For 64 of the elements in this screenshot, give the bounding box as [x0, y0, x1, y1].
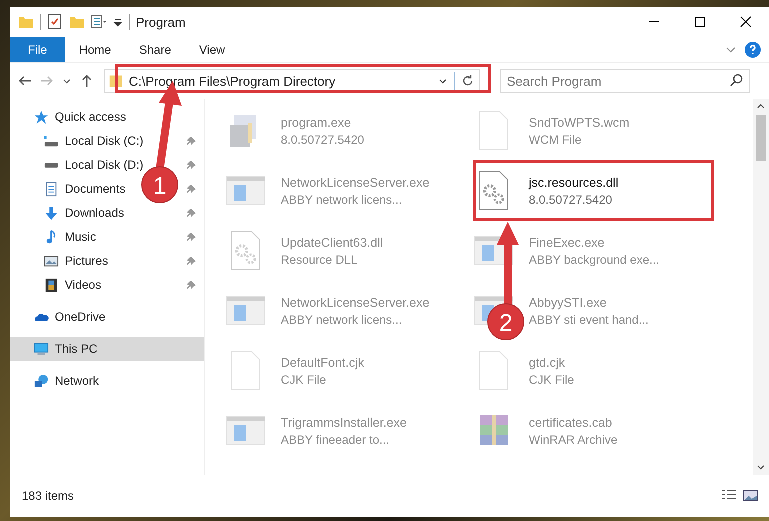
monitor-icon: [34, 342, 49, 356]
minimize-icon: [648, 21, 660, 23]
properties-icon[interactable]: [91, 14, 107, 30]
large-icons-view-icon[interactable]: [743, 489, 759, 503]
back-arrow-icon[interactable]: [18, 74, 32, 88]
drive-icon: [44, 134, 59, 148]
search-icon: [730, 73, 744, 87]
picture-icon: [44, 254, 59, 268]
ribbon-tab[interactable]: File: [10, 37, 66, 62]
down-arrow-icon: [44, 206, 59, 220]
file-detail: ABBY fineeader to...: [281, 432, 391, 446]
pin-icon[interactable]: [187, 256, 196, 266]
pin-icon[interactable]: [187, 184, 196, 194]
drive-icon: [44, 162, 59, 168]
file-detail: ABBY network licens...: [281, 192, 404, 206]
network-icon: [34, 374, 49, 388]
step-number-badge: 2: [488, 304, 524, 340]
step-number-badge: 1: [142, 166, 178, 204]
pin-icon[interactable]: [187, 232, 196, 242]
sidebar-item[interactable]: Videos: [65, 278, 102, 292]
sidebar-item[interactable]: This PC: [10, 337, 204, 361]
film-icon: [44, 278, 59, 292]
sidebar-item[interactable]: OneDrive: [10, 305, 204, 329]
item-count: 183 items: [22, 489, 74, 503]
star-icon: [34, 110, 49, 124]
scrollbar-thumb[interactable]: [756, 115, 766, 161]
file-detail: ABBY network licens...: [281, 312, 404, 326]
sidebar-item[interactable]: Quick access: [10, 105, 204, 129]
ribbon-tab[interactable]: View: [185, 37, 240, 62]
file-detail: CJK File: [529, 372, 574, 386]
file-name[interactable]: jsc.resources.dll: [529, 176, 619, 190]
refresh-icon[interactable]: [461, 74, 475, 88]
window-title: Program: [136, 14, 186, 30]
file-detail: CJK File: [281, 372, 328, 386]
pin-icon[interactable]: [187, 160, 196, 170]
pin-icon[interactable]: [187, 208, 196, 218]
file-detail: WinRAR Archive: [529, 432, 618, 446]
dropdown-caret-icon[interactable]: [113, 17, 123, 27]
file-detail: WCM File: [529, 132, 583, 146]
scrollbar[interactable]: [753, 99, 769, 475]
document-icon: [44, 182, 59, 196]
up-arrow-icon[interactable]: [80, 74, 94, 88]
file-detail: ABBY background exe...: [529, 252, 660, 266]
sidebar-item[interactable]: Downloads: [65, 206, 124, 220]
pin-icon[interactable]: [187, 280, 196, 290]
ribbon-tab[interactable]: Share: [125, 37, 186, 62]
search-field[interactable]: Search Program: [500, 69, 750, 93]
pin-icon[interactable]: [187, 136, 196, 146]
file-detail: ABBY sti event hand...: [529, 312, 649, 326]
file-detail: 8.0.50727.5420: [529, 192, 614, 206]
checklist-icon[interactable]: [47, 14, 63, 30]
file-detail: 8.0.50727.5420: [281, 132, 364, 146]
help-icon[interactable]: [745, 42, 761, 58]
sidebar-item[interactable]: Music: [65, 230, 96, 244]
maximize-icon: [694, 16, 706, 28]
sidebar-item[interactable]: Local Disk (C:): [65, 134, 144, 148]
sidebar-item[interactable]: Documents: [65, 182, 126, 196]
sidebar-item[interactable]: Local Disk (D:): [65, 158, 144, 172]
close-icon: [740, 16, 752, 28]
ribbon-tab[interactable]: Home: [65, 37, 126, 62]
sidebar-item[interactable]: Pictures: [65, 254, 108, 268]
file-detail: Resource DLL: [281, 252, 359, 266]
sidebar-item[interactable]: Network: [10, 369, 204, 393]
address-path: C:\Program Files\Program Directory: [129, 74, 337, 88]
